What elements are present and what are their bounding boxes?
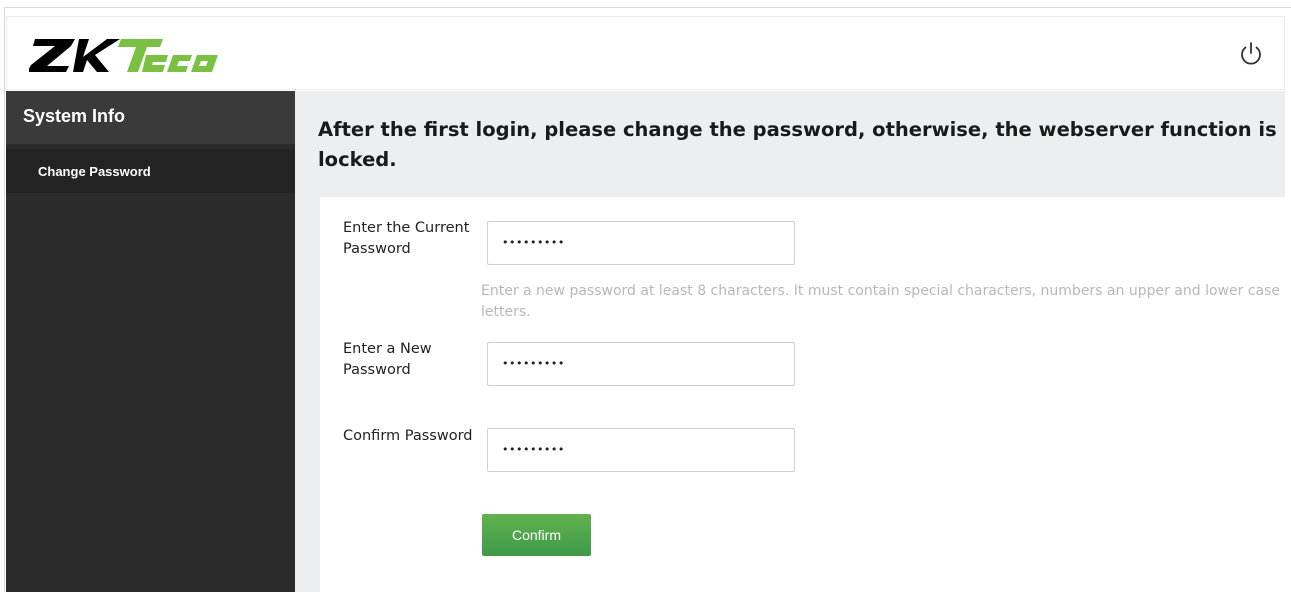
new-password-input[interactable]: ••••••••• — [487, 342, 795, 386]
power-icon[interactable] — [1238, 41, 1264, 67]
password-hint: Enter a new password at least 8 characte… — [481, 283, 1280, 320]
top-header — [6, 16, 1285, 90]
sidebar: System Info Change Password — [6, 91, 295, 592]
password-notice: After the first login, please change the… — [318, 118, 1277, 171]
confirm-button[interactable]: Confirm — [482, 514, 591, 556]
zkteco-logo — [29, 39, 218, 72]
confirm-password-label: Confirm Password — [343, 428, 473, 444]
change-password-form: Enter the Current Password ••••••••• Ent… — [320, 197, 1285, 592]
sidebar-item-change-password[interactable]: Change Password — [6, 149, 295, 193]
new-password-label: Enter a New Password — [343, 341, 432, 378]
main-content: After the first login, please change the… — [295, 91, 1285, 592]
current-password-input[interactable]: ••••••••• — [487, 221, 795, 265]
current-password-label: Enter the Current Password — [343, 220, 470, 257]
sidebar-title[interactable]: System Info — [6, 91, 295, 144]
confirm-password-input[interactable]: ••••••••• — [487, 428, 795, 472]
